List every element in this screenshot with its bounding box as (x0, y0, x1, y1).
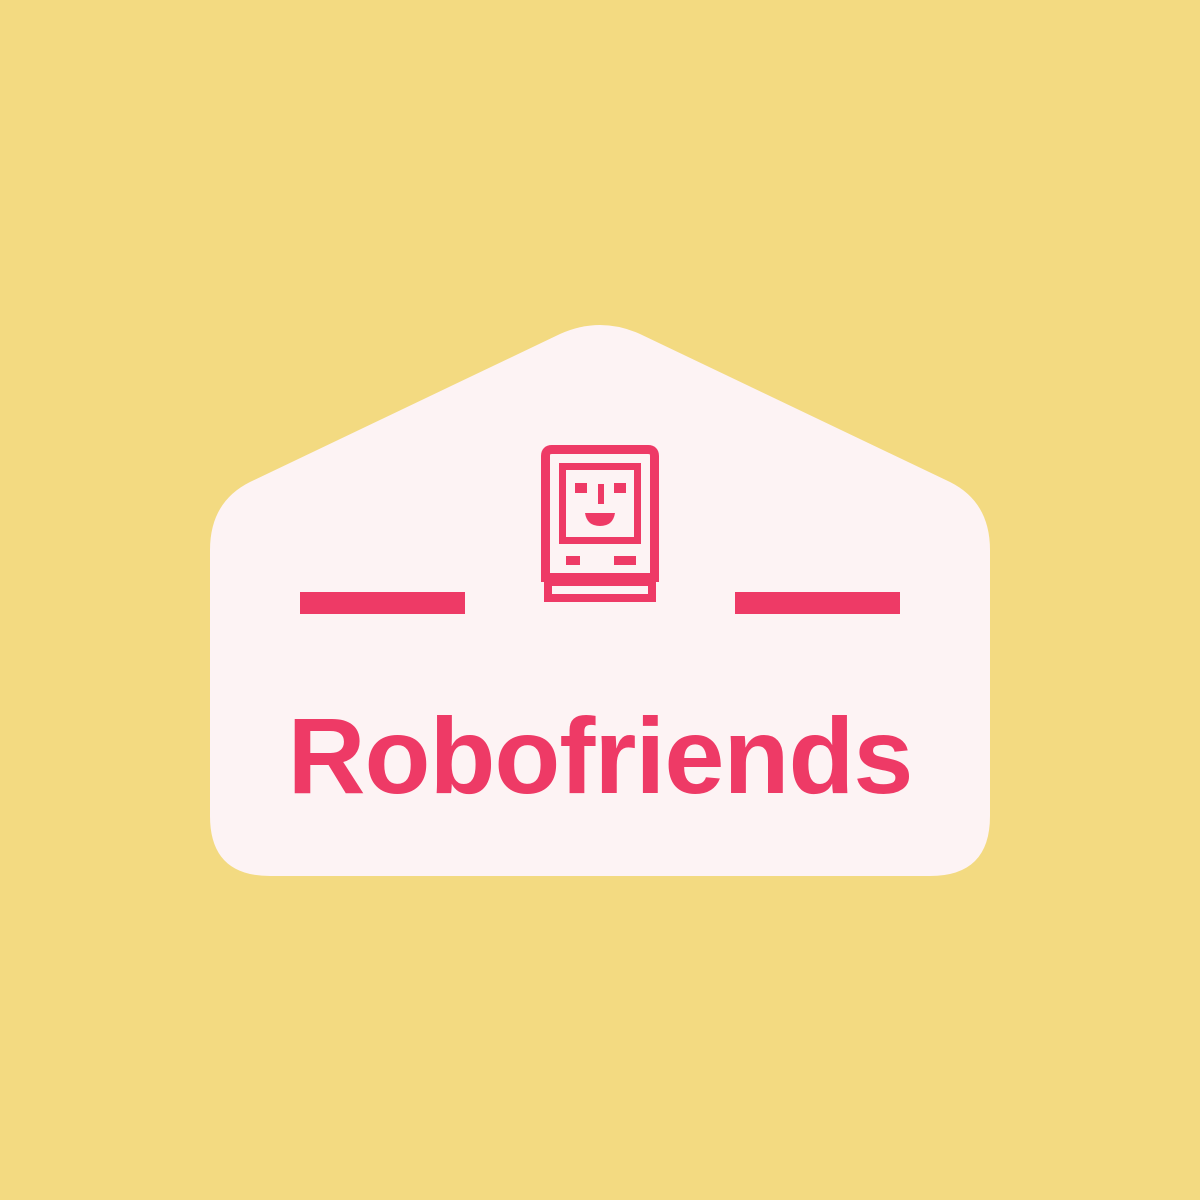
right-divider-line (735, 592, 900, 614)
left-divider-line (300, 592, 465, 614)
logo-graphic (210, 325, 990, 876)
brand-name: Robofriends (287, 695, 914, 816)
